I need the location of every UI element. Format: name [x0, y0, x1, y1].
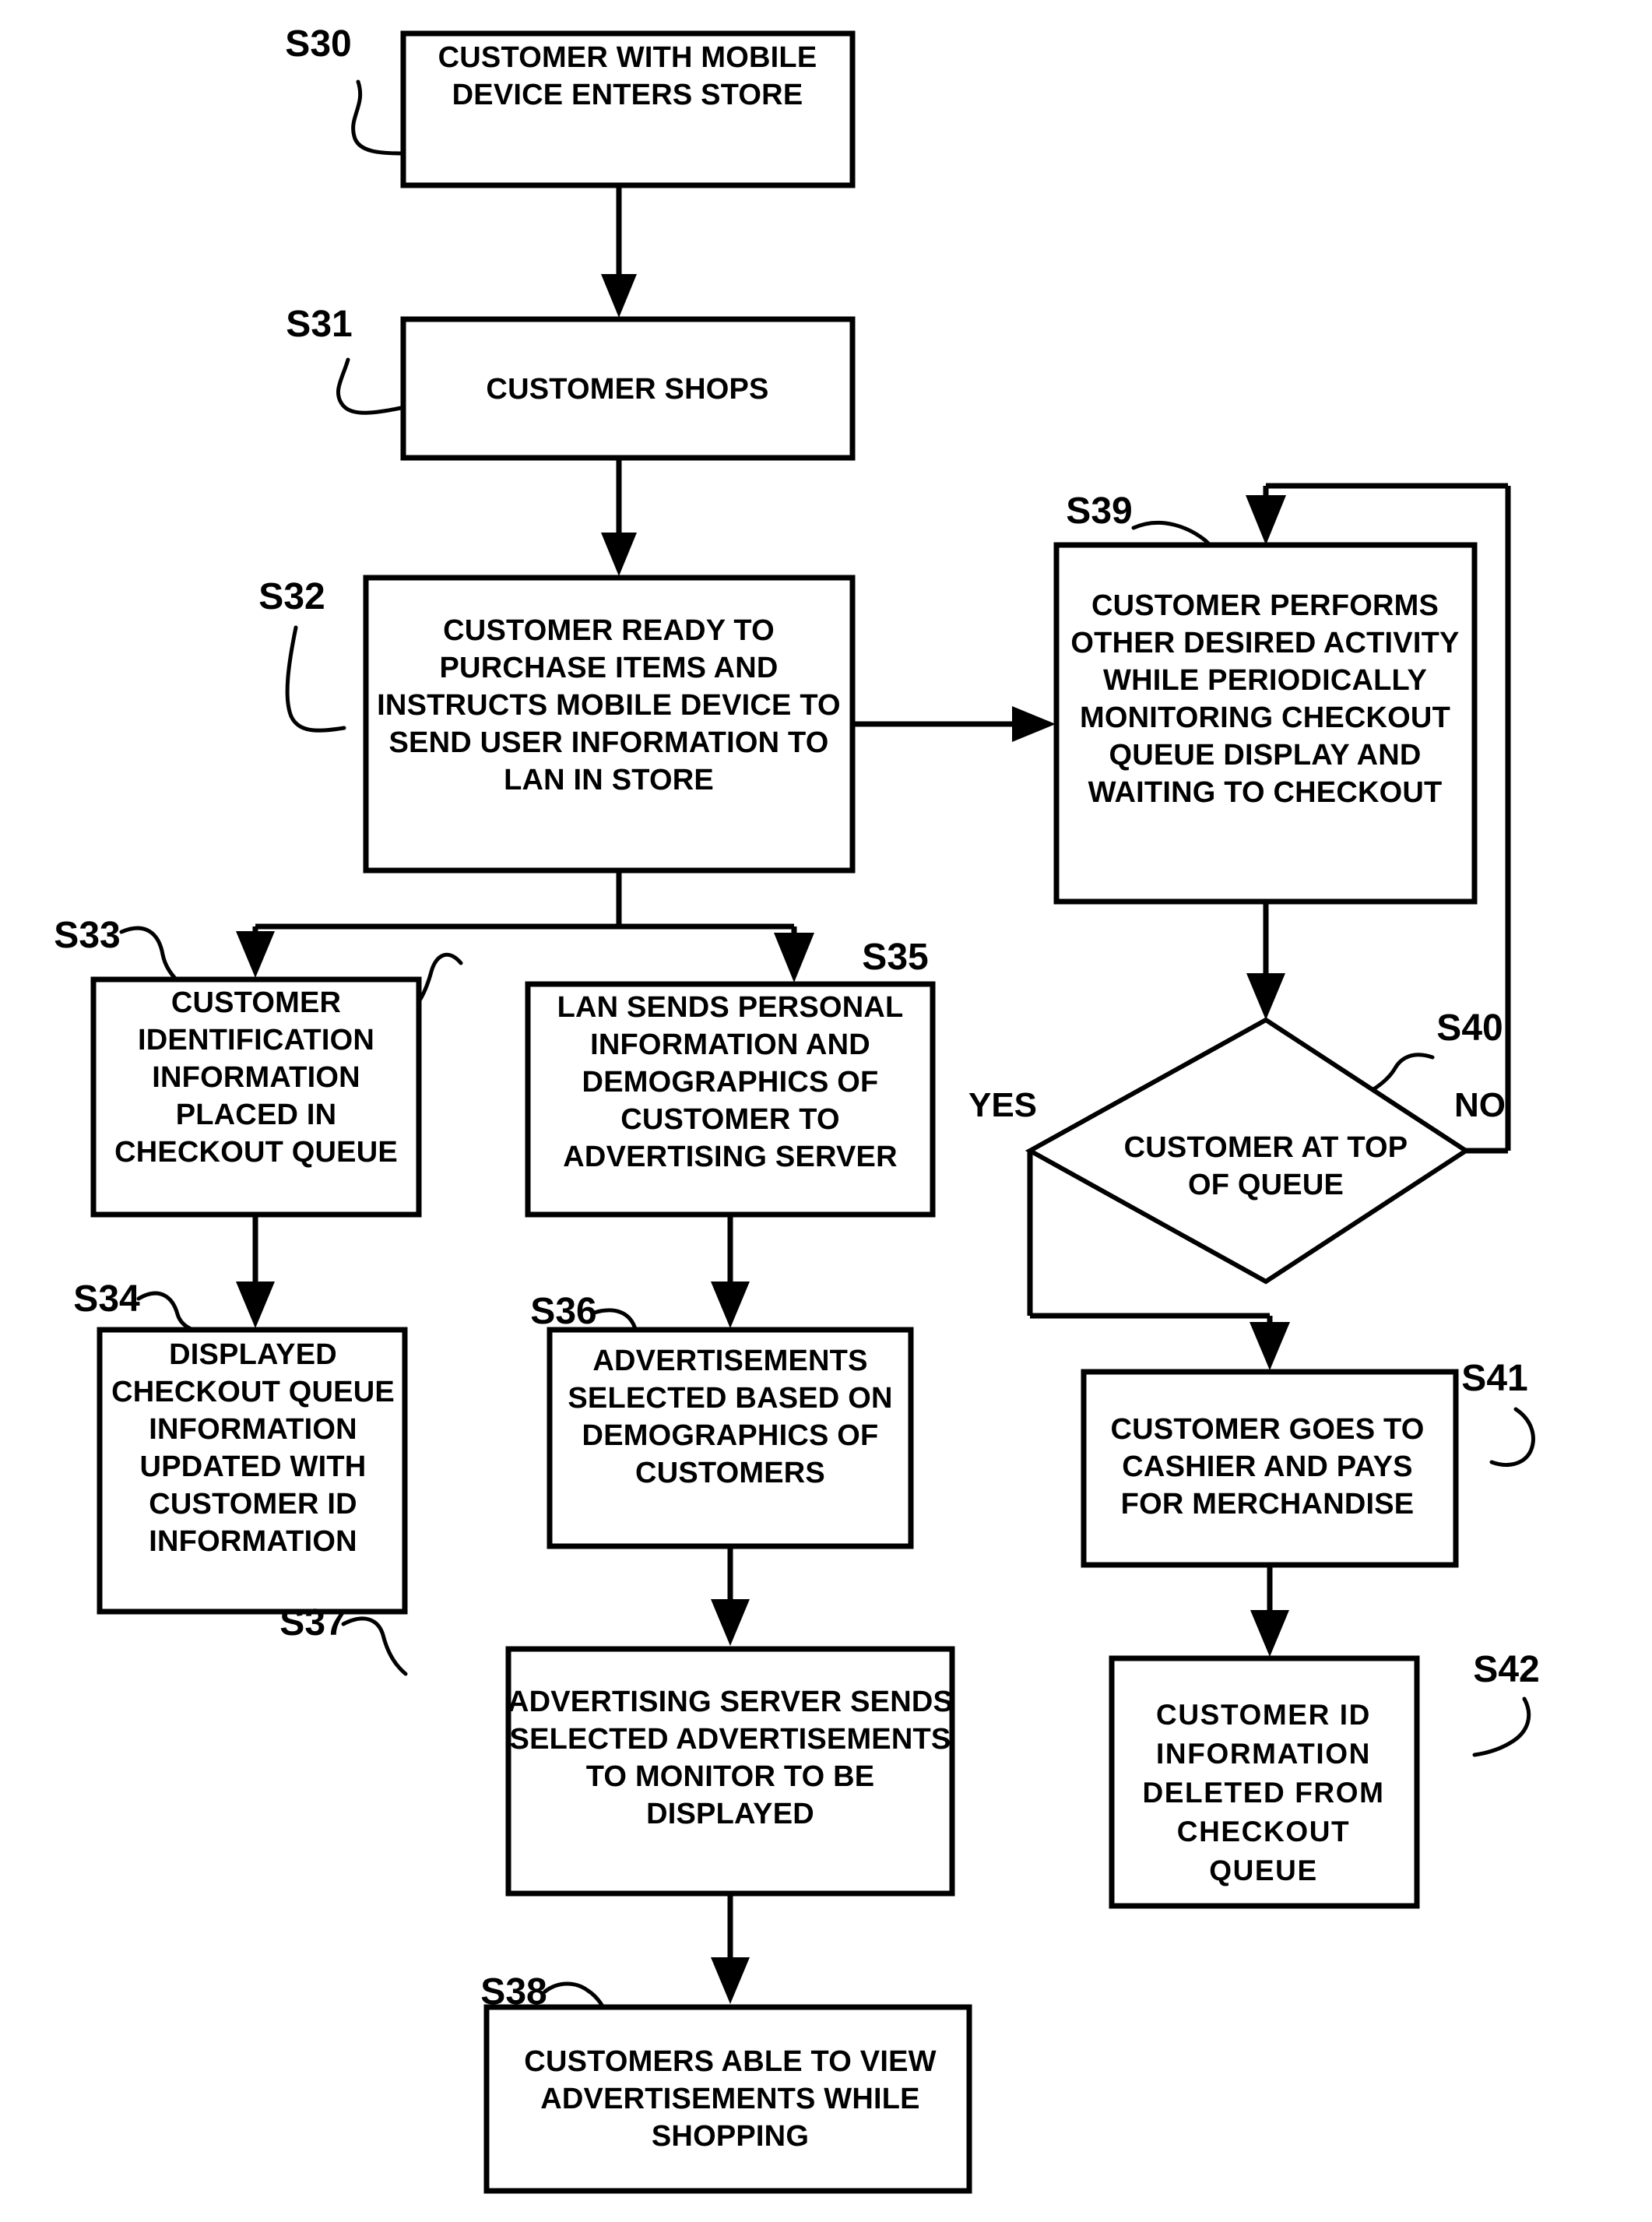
- leader-s31: [336, 357, 403, 415]
- svg-text:SELECTED BASED ON: SELECTED BASED ON: [568, 1382, 892, 1415]
- svg-text:CUSTOMER GOES TO: CUSTOMER GOES TO: [1111, 1413, 1425, 1446]
- ref-s42: S42: [1473, 1649, 1539, 1690]
- edge-s32-split: [236, 870, 814, 983]
- ref-s38: S38: [480, 1971, 547, 2013]
- ref-s40: S40: [1436, 1007, 1503, 1049]
- svg-text:UPDATED WITH: UPDATED WITH: [140, 1450, 367, 1483]
- leader-s42: [1472, 1696, 1531, 1757]
- svg-text:CUSTOMER WITH MOBILE: CUSTOMER WITH MOBILE: [438, 41, 817, 74]
- edge-s32-s39: [852, 706, 1056, 742]
- svg-text:DISPLAYED: DISPLAYED: [169, 1338, 337, 1371]
- svg-text:CUSTOMER READY TO: CUSTOMER READY TO: [443, 614, 775, 647]
- svg-text:QUEUE DISPLAY AND: QUEUE DISPLAY AND: [1109, 739, 1421, 772]
- svg-text:INFORMATION AND: INFORMATION AND: [590, 1028, 870, 1061]
- node-s41-label: CUSTOMER GOES TO CASHIER AND PAYS FOR ME…: [1111, 1413, 1425, 1521]
- ref-s37: S37: [279, 1602, 346, 1644]
- svg-text:ADVERTISING SERVER: ADVERTISING SERVER: [563, 1141, 897, 1173]
- svg-text:CUSTOMER ID: CUSTOMER ID: [1156, 1699, 1371, 1731]
- leader-s37: [341, 1616, 408, 1676]
- svg-text:FOR MERCHANDISE: FOR MERCHANDISE: [1121, 1488, 1415, 1521]
- svg-text:CUSTOMER PERFORMS: CUSTOMER PERFORMS: [1091, 589, 1439, 622]
- svg-text:CHECKOUT QUEUE: CHECKOUT QUEUE: [111, 1376, 395, 1408]
- svg-text:INSTRUCTS MOBILE DEVICE TO: INSTRUCTS MOBILE DEVICE TO: [377, 689, 841, 722]
- svg-text:ADVERTISEMENTS: ADVERTISEMENTS: [592, 1345, 867, 1377]
- ref-s33: S33: [54, 915, 120, 956]
- edge-s37-s38: [711, 1893, 750, 2004]
- leader-s30: [351, 79, 406, 156]
- edge-s41-s42: [1250, 1565, 1289, 1657]
- svg-text:CASHIER AND PAYS: CASHIER AND PAYS: [1122, 1450, 1412, 1483]
- svg-text:CUSTOMERS: CUSTOMERS: [635, 1457, 825, 1489]
- node-s35-label: LAN SENDS PERSONAL INFORMATION AND DEMOG…: [557, 991, 904, 1173]
- svg-text:QUEUE: QUEUE: [1209, 1855, 1318, 1886]
- svg-text:MONITORING CHECKOUT: MONITORING CHECKOUT: [1080, 701, 1450, 734]
- leader-s32: [285, 625, 346, 733]
- branch-label-no: NO: [1454, 1086, 1506, 1124]
- ref-s34: S34: [73, 1278, 140, 1320]
- edge-s33-s34: [236, 1215, 275, 1328]
- svg-text:DISPLAYED: DISPLAYED: [646, 1798, 814, 1830]
- svg-text:DEVICE ENTERS STORE: DEVICE ENTERS STORE: [452, 79, 803, 111]
- svg-text:INFORMATION: INFORMATION: [149, 1525, 357, 1558]
- branch-label-yes: YES: [968, 1086, 1037, 1124]
- svg-text:CUSTOMER TO: CUSTOMER TO: [620, 1103, 840, 1136]
- ref-s32: S32: [258, 576, 325, 617]
- ref-s39: S39: [1066, 490, 1132, 532]
- svg-text:INFORMATION: INFORMATION: [152, 1061, 360, 1094]
- svg-text:SEND USER INFORMATION TO: SEND USER INFORMATION TO: [389, 726, 829, 759]
- svg-text:IDENTIFICATION: IDENTIFICATION: [138, 1024, 374, 1057]
- svg-text:ADVERTISEMENTS WHILE: ADVERTISEMENTS WHILE: [540, 2083, 919, 2115]
- svg-text:LAN IN STORE: LAN IN STORE: [504, 764, 714, 796]
- svg-text:OTHER DESIRED ACTIVITY: OTHER DESIRED ACTIVITY: [1070, 627, 1459, 659]
- ref-s30: S30: [285, 23, 351, 65]
- svg-text:CUSTOMER ID: CUSTOMER ID: [149, 1488, 357, 1521]
- svg-text:CUSTOMER AT TOP: CUSTOMER AT TOP: [1124, 1131, 1408, 1164]
- svg-text:SELECTED ADVERTISEMENTS: SELECTED ADVERTISEMENTS: [510, 1723, 951, 1756]
- ref-s36: S36: [530, 1291, 596, 1332]
- svg-text:INFORMATION: INFORMATION: [149, 1413, 357, 1446]
- svg-text:ADVERTISING SERVER SENDS: ADVERTISING SERVER SENDS: [508, 1686, 953, 1718]
- svg-text:CUSTOMERS ABLE TO VIEW: CUSTOMERS ABLE TO VIEW: [524, 2045, 936, 2078]
- node-s31-label: CUSTOMER SHOPS: [486, 373, 768, 406]
- svg-text:SHOPPING: SHOPPING: [652, 2120, 809, 2153]
- ref-s31: S31: [286, 304, 352, 345]
- svg-text:WAITING TO CHECKOUT: WAITING TO CHECKOUT: [1088, 776, 1443, 809]
- svg-text:DELETED FROM: DELETED FROM: [1142, 1777, 1384, 1809]
- svg-text:PLACED IN: PLACED IN: [176, 1099, 337, 1131]
- svg-text:OF QUEUE: OF QUEUE: [1188, 1169, 1344, 1201]
- edge-s36-s37: [711, 1546, 750, 1646]
- edge-s39-s40: [1246, 902, 1285, 1020]
- edge-s35-s36: [711, 1215, 750, 1328]
- svg-text:CHECKOUT: CHECKOUT: [1177, 1816, 1350, 1848]
- ref-s41: S41: [1461, 1358, 1527, 1399]
- svg-text:CUSTOMER SHOPS: CUSTOMER SHOPS: [486, 373, 768, 406]
- ref-s35: S35: [862, 937, 928, 978]
- edge-s31-s32: [601, 458, 637, 576]
- svg-text:DEMOGRAPHICS OF: DEMOGRAPHICS OF: [582, 1419, 879, 1452]
- leader-s41: [1489, 1407, 1535, 1467]
- svg-text:CUSTOMER: CUSTOMER: [171, 986, 341, 1019]
- svg-text:DEMOGRAPHICS OF: DEMOGRAPHICS OF: [582, 1066, 879, 1099]
- svg-text:WHILE PERIODICALLY: WHILE PERIODICALLY: [1103, 664, 1427, 697]
- svg-text:CHECKOUT QUEUE: CHECKOUT QUEUE: [114, 1136, 398, 1169]
- svg-text:LAN SENDS PERSONAL: LAN SENDS PERSONAL: [557, 991, 904, 1024]
- svg-text:PURCHASE ITEMS AND: PURCHASE ITEMS AND: [440, 652, 779, 684]
- svg-text:TO MONITOR TO BE: TO MONITOR TO BE: [586, 1760, 875, 1793]
- flowchart-canvas: CUSTOMER WITH MOBILE DEVICE ENTERS STORE…: [54, 23, 1540, 2194]
- svg-text:INFORMATION: INFORMATION: [1156, 1738, 1371, 1770]
- edge-s30-s31: [601, 185, 637, 318]
- flowchart-figure: CUSTOMER WITH MOBILE DEVICE ENTERS STORE…: [0, 0, 1652, 2222]
